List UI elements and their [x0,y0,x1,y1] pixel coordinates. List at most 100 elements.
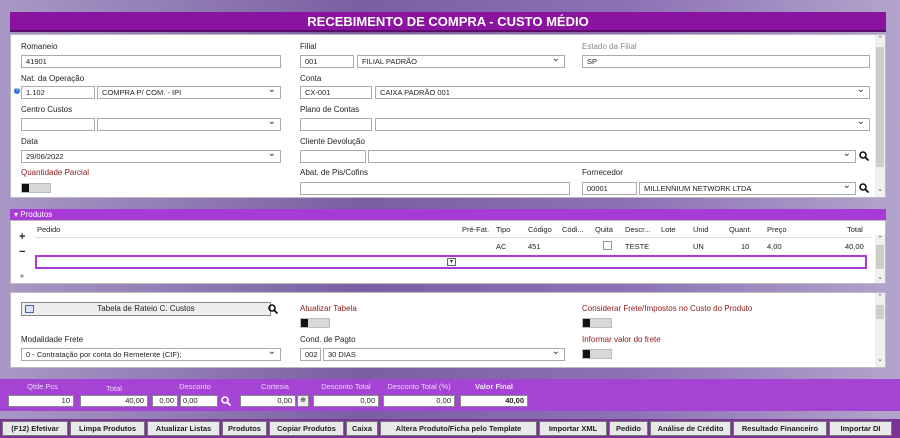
considerar-frete-toggle[interactable] [582,318,612,328]
col-preco[interactable]: Preço [767,225,787,234]
produtos-button[interactable]: Produtos [222,421,267,436]
resultado-financeiro-button[interactable]: Resultado Financeiro [733,421,827,436]
window-title: RECEBIMENTO DE COMPRA - CUSTO MÉDIO [10,12,886,32]
nat-operacao-code-field[interactable]: 1.102 [21,86,95,99]
cell-codigo: 451 [528,242,541,251]
new-row-editor[interactable]: ▾ [35,255,867,269]
quantidade-parcial-toggle[interactable] [21,183,51,193]
desconto-value-field[interactable]: 0,00 [180,395,218,407]
scroll-down-icon[interactable]: ⌄ [875,185,885,193]
desconto-total-pct-field: 0,00 [383,395,455,407]
data-field[interactable]: 29/06/2022 [21,150,281,163]
conta-name: CAIXA PADRÃO 001 [380,88,450,97]
search-icon[interactable] [859,183,869,193]
limpa-produtos-button[interactable]: Limpa Produtos [70,421,145,436]
produtos-section-header[interactable]: ▾ Produtos [10,209,886,220]
pedido-button[interactable]: Pedido [609,421,648,436]
col-codigo[interactable]: Código [528,225,552,234]
cell-quant: 10 [741,242,750,251]
col-prefat[interactable]: Pré-Fat. [462,225,489,234]
dropdown-icon[interactable]: ▾ [447,258,456,266]
nat-operacao-label: Nat. da Operação [21,74,85,83]
search-icon[interactable] [859,151,869,161]
scroll-thumb[interactable] [876,245,884,269]
col-unid[interactable]: Unid [693,225,708,234]
search-icon[interactable] [221,396,231,406]
quita-checkbox[interactable] [603,241,612,250]
scroll-up-icon[interactable]: ⌃ [875,35,885,43]
fornecedor-code-field[interactable]: 00001 [582,182,637,195]
col-quant[interactable]: Quant. [729,225,752,234]
copiar-produtos-button[interactable]: Copiar Produtos [269,421,344,436]
modalidade-frete-value: 0 - Contratação por conta do Remetente (… [26,350,182,359]
conta-code-field[interactable]: CX-001 [300,86,372,99]
zoom-icon[interactable]: ⊕ [297,395,309,407]
expand-icon[interactable]: » [20,273,24,280]
informar-frete-toggle[interactable] [582,349,612,359]
col-total[interactable]: Total [847,225,863,234]
filial-select[interactable]: FILIAL PADRÃO [357,55,565,68]
col-codi[interactable]: Códi... [562,225,584,234]
importar-xml-button[interactable]: Importar XML [539,421,607,436]
modalidade-frete-select[interactable]: 0 - Contratação por conta do Remetente (… [21,348,281,361]
desconto-pct-field[interactable]: 0,00 [152,395,178,407]
cond-pagto-code-field[interactable]: 002 [300,348,321,361]
col-quita[interactable]: Quita [595,225,613,234]
conta-label: Conta [300,74,322,83]
conta-select[interactable]: CAIXA PADRÃO 001 [375,86,870,99]
cliente-devolucao-select[interactable] [368,150,856,163]
nat-operacao-select[interactable]: COMPRA P/ COM. - IPI [97,86,281,99]
scroll-thumb[interactable] [876,305,884,319]
remove-row-button[interactable]: − [19,246,25,258]
cell-tipo: AC [496,242,507,251]
scroll-thumb[interactable] [876,47,884,167]
abat-pis-field[interactable] [300,182,570,195]
fornecedor-name: MILLENNIUM NETWORK LTDA [644,184,752,193]
col-tipo[interactable]: Tipo [496,225,510,234]
desconto-total-pct-label: Desconto Total (%) [387,382,451,391]
rateio-button-label: Tabela de Rateio C. Custos [97,304,195,313]
caixa-button[interactable]: Caixa [346,421,378,436]
cliente-devolucao-code-field[interactable] [300,150,366,163]
scroll-down-icon[interactable]: ⌄ [875,355,885,363]
atualizar-tabela-toggle[interactable] [300,318,330,328]
col-lote[interactable]: Lote [661,225,676,234]
romaneio-field[interactable]: 41901 [21,55,281,68]
analise-credito-button[interactable]: Análise de Crédito [650,421,731,436]
cond-pagto-label: Cond. de Pagto [300,335,356,344]
cliente-devolucao-label: Cliente Devolução [300,137,365,146]
options-panel: Tabela de Rateio C. Custos Atualizar Tab… [10,292,886,368]
centro-custos-code-field[interactable] [21,118,95,131]
plano-contas-select[interactable] [375,118,870,131]
cond-pagto-select[interactable]: 30 DIAS [323,348,565,361]
scroll-down-icon[interactable]: ⌄ [875,273,885,281]
cortesia-field[interactable]: 0,00 [240,395,296,407]
data-label: Data [21,137,38,146]
scroll-up-icon[interactable]: ⌃ [875,235,885,243]
efetivar-button[interactable]: (F12) Efetivar [2,421,68,436]
rateio-button[interactable]: Tabela de Rateio C. Custos [21,302,271,316]
add-row-button[interactable]: + [19,231,25,243]
col-descr[interactable]: Descr... [625,225,650,234]
search-icon[interactable] [268,304,278,314]
atualizar-listas-button[interactable]: Atualizar Listas [147,421,220,436]
col-pedido[interactable]: Pedido [37,225,60,234]
importar-di-button[interactable]: Importar DI [829,421,892,436]
action-bar: (F12) Efetivar Limpa Produtos Atualizar … [0,419,900,438]
data-value: 29/06/2022 [26,152,64,161]
estado-filial-field[interactable]: SP [582,55,870,68]
filial-code-field[interactable]: 001 [300,55,354,68]
total-field: 40,00 [80,395,148,407]
help-icon[interactable]: ? [14,88,20,94]
altera-produto-button[interactable]: Altera Produto/Ficha pelo Template [380,421,537,436]
form-scrollbar[interactable]: ⌃ ⌄ [875,35,885,197]
produtos-panel: + − » Pedido Pré-Fat. Tipo Código Códi..… [10,220,886,284]
scroll-up-icon[interactable]: ⌃ [875,293,885,301]
plano-contas-code-field[interactable] [300,118,372,131]
options-scrollbar[interactable]: ⌃ ⌄ [875,293,885,367]
grid-scrollbar[interactable]: ⌃ ⌄ [875,235,885,283]
fornecedor-select[interactable]: MILLENNIUM NETWORK LTDA [639,182,856,195]
centro-custos-select[interactable] [97,118,281,131]
table-row[interactable]: AC 451 TESTE UN 10 4,00 40,00 [35,238,871,253]
desconto-label: Desconto [179,382,211,391]
